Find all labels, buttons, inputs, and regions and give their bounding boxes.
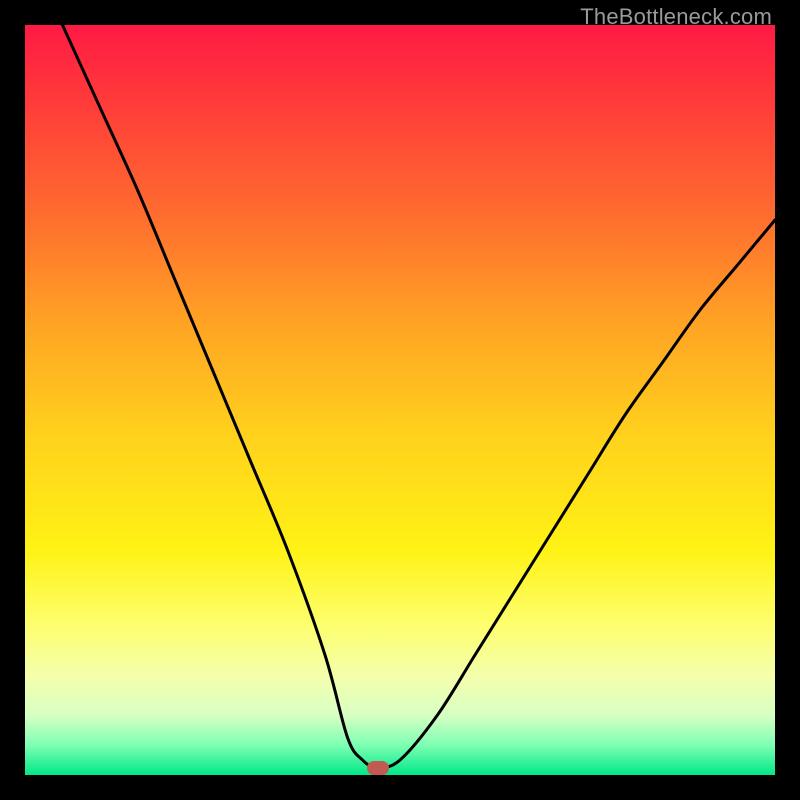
plot-area xyxy=(25,25,775,775)
chart-container: TheBottleneck.com xyxy=(0,0,800,800)
optimum-marker xyxy=(367,761,389,775)
curve-svg xyxy=(25,25,775,775)
bottleneck-curve xyxy=(63,25,776,768)
